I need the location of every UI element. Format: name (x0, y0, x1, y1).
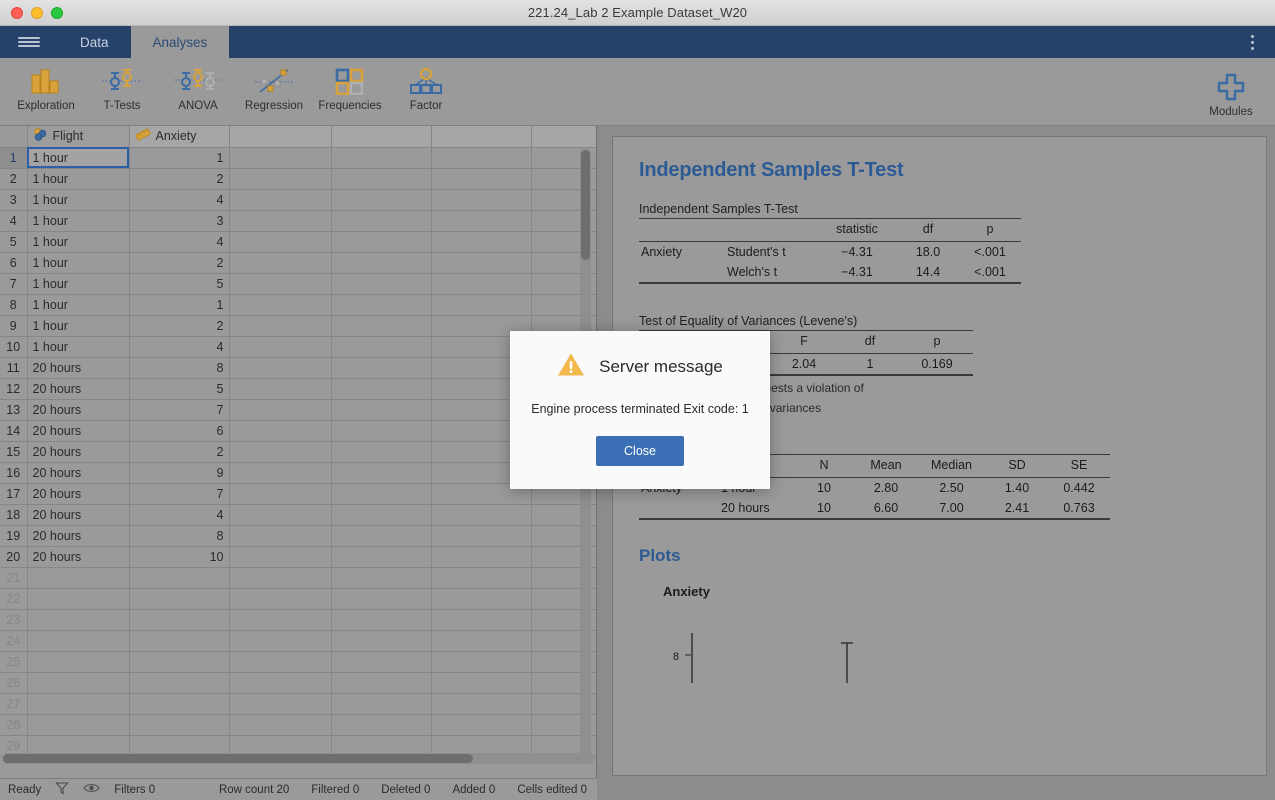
close-button[interactable]: Close (596, 436, 684, 466)
dialog-message: Engine process terminated Exit code: 1 (531, 402, 749, 416)
dialog-title: Server message (599, 357, 723, 376)
warning-icon (557, 352, 585, 382)
jamovi-window: 221.24_Lab 2 Example Dataset_W20 Data An… (0, 0, 1275, 800)
server-message-dialog: Server message Engine process terminated… (510, 331, 770, 489)
